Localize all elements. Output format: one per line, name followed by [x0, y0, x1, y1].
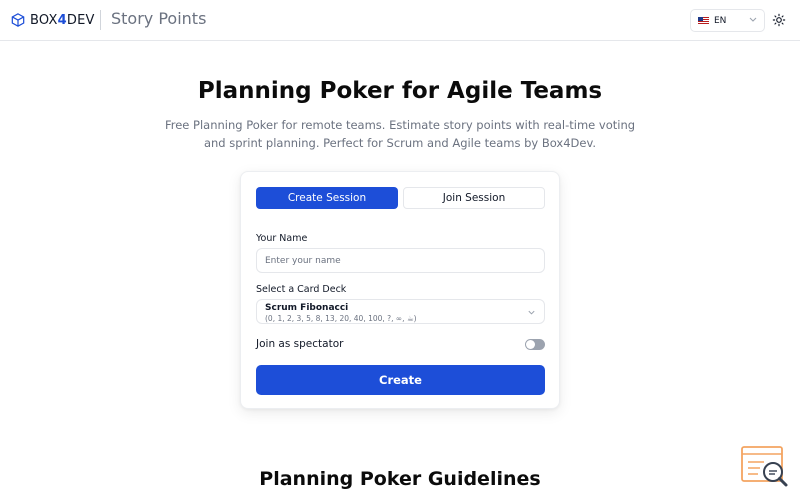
session-card: Create Session Join Session Your Name Se… [240, 171, 560, 409]
session-tabs: Create Session Join Session [256, 187, 545, 209]
spectator-toggle[interactable] [525, 339, 545, 350]
app-title: Story Points [111, 9, 207, 28]
tab-join-session[interactable]: Join Session [403, 187, 545, 209]
name-input[interactable] [256, 248, 545, 273]
spectator-label: Join as spectator [256, 338, 344, 350]
header-divider [100, 10, 101, 30]
name-label: Your Name [256, 233, 308, 244]
chevron-down-icon [749, 17, 757, 22]
language-label: EN [714, 15, 727, 26]
brand-name: BOX4DEV [30, 12, 95, 28]
deck-label: Select a Card Deck [256, 284, 347, 295]
tab-create-session[interactable]: Create Session [256, 187, 398, 209]
us-flag-icon [698, 17, 709, 24]
guidelines-title: Planning Poker Guidelines [259, 468, 541, 490]
card-deck-select[interactable]: Scrum Fibonacci (0, 1, 2, 3, 5, 8, 13, 2… [256, 299, 545, 324]
language-select[interactable]: EN [690, 9, 765, 32]
sun-icon[interactable] [772, 13, 786, 27]
create-button[interactable]: Create [256, 365, 545, 395]
deck-selected-name: Scrum Fibonacci [265, 303, 349, 313]
chevron-down-icon [528, 310, 535, 315]
hero-subtitle: Free Planning Poker for remote teams. Es… [164, 118, 636, 150]
top-header: BOX4DEV Story Points EN [0, 0, 800, 41]
cube-icon [11, 13, 25, 27]
search-help-icon[interactable] [740, 445, 790, 490]
brand-logo[interactable]: BOX4DEV [11, 11, 95, 29]
toggle-knob [526, 340, 535, 349]
hero-title: Planning Poker for Agile Teams [197, 78, 603, 104]
deck-selected-values: (0, 1, 2, 3, 5, 8, 13, 20, 40, 100, ?, ∞… [265, 314, 417, 323]
